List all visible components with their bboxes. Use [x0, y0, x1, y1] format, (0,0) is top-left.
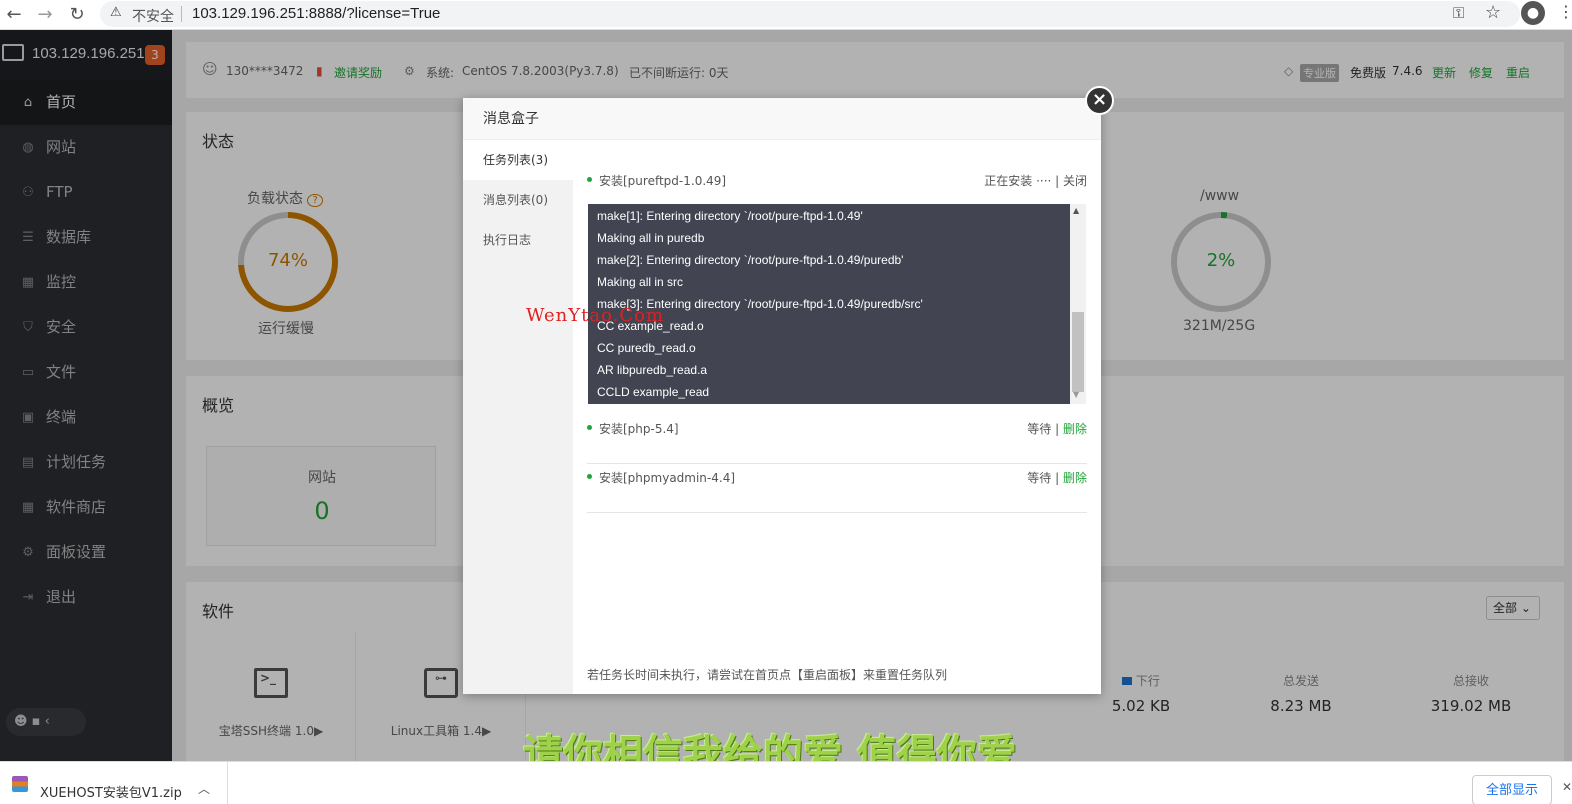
url-text[interactable]: 103.129.196.251:8888/?license=True: [192, 5, 440, 22]
show-all-downloads-button[interactable]: 全部显示: [1472, 775, 1552, 804]
task-status: 等待 | 删除: [1027, 471, 1087, 485]
tab-exec-log[interactable]: 执行日志: [463, 220, 573, 260]
modal-tabs: 任务列表(3) 消息列表(0) 执行日志: [463, 140, 573, 694]
log-line: Making all in puredb: [597, 231, 705, 245]
log-line: CC puredb_read.o: [597, 341, 696, 355]
url-separator: [181, 6, 182, 22]
scroll-thumb[interactable]: [1072, 312, 1084, 392]
tab-message-list[interactable]: 消息列表(0): [463, 180, 573, 220]
task-status-dot: [587, 177, 592, 182]
task-row: 安装[phpmyadmin-4.4] 等待 | 删除: [587, 465, 1087, 513]
security-label[interactable]: 不安全: [132, 6, 174, 26]
scroll-up-icon[interactable]: ▲: [1073, 206, 1079, 215]
delete-task-link[interactable]: 删除: [1063, 471, 1087, 485]
profile-avatar-icon[interactable]: ●: [1521, 1, 1545, 25]
watermark-text: WenYtao.Com: [526, 305, 665, 326]
task-status-dot: [587, 474, 592, 479]
forward-icon[interactable]: →: [33, 3, 57, 27]
log-line: Making all in src: [597, 275, 684, 289]
log-scrollbar[interactable]: ▲ ▼: [1070, 204, 1086, 404]
address-bar[interactable]: ⚠ 不安全 103.129.196.251:8888/?license=True: [100, 1, 1520, 27]
scroll-down-icon[interactable]: ▼: [1073, 390, 1079, 399]
modal-title: 消息盒子: [463, 98, 1101, 140]
install-log[interactable]: make[1]: Entering directory `/root/pure-…: [588, 204, 1070, 404]
close-downloads-icon[interactable]: ✕: [1562, 780, 1572, 794]
back-icon[interactable]: ←: [2, 3, 26, 27]
archive-icon: [12, 776, 28, 792]
delete-task-link[interactable]: 删除: [1063, 422, 1087, 436]
browser-toolbar: ← → ↻ ⚠ 不安全 103.129.196.251:8888/?licens…: [0, 0, 1572, 30]
task-row: 安装[pureftpd-1.0.49] 正在安装 ···· | 关闭: [587, 168, 1087, 192]
close-icon[interactable]: ×: [1085, 86, 1114, 115]
message-box-modal: 消息盒子 任务列表(3) 消息列表(0) 执行日志 安装[pureftpd-1.…: [463, 98, 1101, 694]
key-icon[interactable]: ⚿: [1453, 4, 1464, 22]
download-filename[interactable]: XUEHOST安装包V1.zip: [40, 782, 182, 801]
browser-menu-icon[interactable]: ⋮: [1558, 2, 1572, 21]
log-line: AR libpuredb_read.a: [597, 363, 708, 377]
task-name: 安装[phpmyadmin-4.4]: [599, 471, 736, 485]
task-status[interactable]: 正在安装 ···· | 关闭: [984, 172, 1087, 189]
task-row: 安装[php-5.4] 等待 | 删除: [587, 416, 1087, 464]
log-line: make[2]: Entering directory `/root/pure-…: [597, 253, 904, 267]
task-name: 安装[php-5.4]: [599, 422, 679, 436]
log-line: CCLD example_read: [597, 385, 710, 399]
modal-footer-hint: 若任务长时间未执行，请尝试在首页点【重启面板】来重置任务队列: [587, 668, 948, 682]
reload-icon[interactable]: ↻: [65, 3, 89, 27]
download-item[interactable]: XUEHOST安装包V1.zip ︿: [0, 762, 228, 804]
log-line: make[1]: Entering directory `/root/pure-…: [597, 209, 863, 223]
warning-icon[interactable]: ⚠: [110, 5, 122, 20]
chevron-up-icon[interactable]: ︿: [198, 780, 210, 797]
task-status-dot: [587, 425, 592, 430]
tab-task-list[interactable]: 任务列表(3): [463, 140, 573, 180]
downloads-bar: XUEHOST安装包V1.zip ︿ 全部显示 ✕: [0, 761, 1572, 804]
task-status: 等待 | 删除: [1027, 422, 1087, 436]
bookmark-star-icon[interactable]: ☆: [1485, 2, 1501, 23]
task-name: 安装[pureftpd-1.0.49]: [599, 174, 727, 188]
